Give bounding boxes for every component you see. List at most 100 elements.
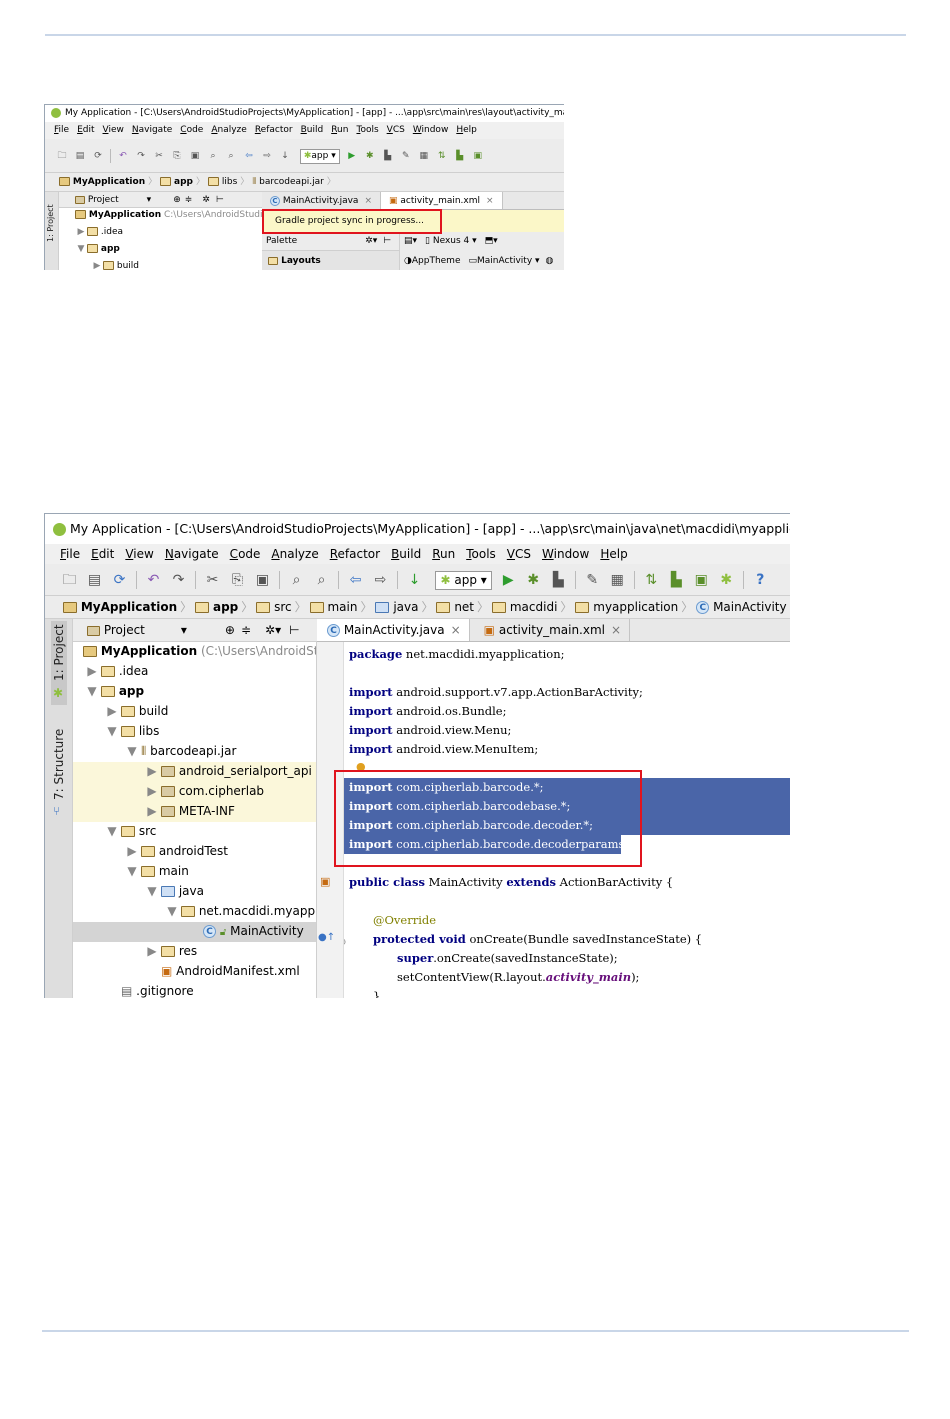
menu-edit[interactable]: Edit	[77, 122, 94, 139]
orientation-icon[interactable]: ⬒▾	[485, 236, 498, 246]
expand-icon[interactable]: ▶	[75, 227, 87, 237]
paste-icon[interactable]: ▣	[250, 564, 275, 595]
attach-debugger-icon[interactable]: ▙	[379, 139, 397, 172]
tree-item-app[interactable]: ▼ app	[83, 684, 316, 698]
theme-dropdown[interactable]: AppTheme	[412, 256, 461, 266]
side-tab-project[interactable]: 1: Project	[46, 204, 55, 242]
palette-layouts-group[interactable]: Layouts	[262, 251, 400, 270]
breadcrumb-myapplication[interactable]: MyApplication 〉	[59, 173, 160, 191]
close-icon[interactable]: ×	[364, 196, 372, 206]
back-icon[interactable]: ⇦	[240, 139, 258, 172]
collapse-arrow-icon[interactable]: ▼	[103, 824, 121, 838]
find-icon[interactable]: ⌕	[204, 139, 222, 172]
settings-icon[interactable]: ✎	[580, 564, 605, 595]
hide-panel-icon[interactable]: ⊢	[216, 195, 224, 205]
expand-icon[interactable]: ▶	[123, 844, 141, 858]
copy-icon[interactable]: ⎘	[168, 139, 186, 172]
gear-icon[interactable]: ✲▾	[265, 623, 281, 637]
menu-file[interactable]: File	[54, 122, 69, 139]
fold-icon[interactable]: ⊖	[344, 937, 346, 948]
open-folder-icon[interactable]: 🗀	[57, 564, 82, 595]
avd-manager-icon[interactable]: ▙	[451, 139, 469, 172]
replace-icon[interactable]: ⌕	[309, 564, 334, 595]
menu-analyze[interactable]: Analyze	[211, 122, 246, 139]
collapse-arrow-icon[interactable]: ▼	[123, 744, 141, 758]
menu-tools[interactable]: Tools	[466, 544, 496, 564]
menu-help[interactable]: Help	[456, 122, 477, 139]
menu-build[interactable]: Build	[391, 544, 421, 564]
tab-mainactivity-java[interactable]: C MainActivity.java ×	[262, 192, 381, 209]
tree-item-package[interactable]: ▼ net.macdidi.myapplic	[163, 904, 316, 918]
menu-file[interactable]: File	[60, 544, 80, 564]
breadcrumb-myapplication-package[interactable]: myapplication 〉	[575, 596, 696, 618]
gear-icon[interactable]: ✲	[202, 195, 210, 205]
expand-icon[interactable]: ▶	[143, 784, 161, 798]
forward-icon[interactable]: ⇨	[368, 564, 393, 595]
menu-refactor[interactable]: Refactor	[255, 122, 293, 139]
expand-icon[interactable]: ▶	[143, 944, 161, 958]
tree-item-androidtest[interactable]: ▶ androidTest	[123, 844, 316, 858]
tree-item-com-cipherlab[interactable]: ▶ com.cipherlab	[143, 784, 316, 798]
gradle-sync-icon[interactable]: ⇅	[433, 139, 451, 172]
breadcrumb-libs[interactable]: libs 〉	[207, 173, 252, 191]
run-configuration-dropdown[interactable]: ✱ app ▾	[435, 570, 492, 590]
collapse-icon[interactable]: ≑	[241, 623, 251, 637]
copy-icon[interactable]: ⎘	[225, 564, 250, 595]
menu-edit[interactable]: Edit	[91, 544, 114, 564]
tree-item-main[interactable]: ▼ main	[123, 864, 316, 878]
collapse-arrow-icon[interactable]: ▼	[83, 684, 101, 698]
open-folder-icon[interactable]: 🗀	[53, 139, 71, 172]
make-project-icon[interactable]: ↓	[402, 564, 427, 595]
cut-icon[interactable]: ✂	[150, 139, 168, 172]
breadcrumb-net[interactable]: net 〉	[436, 596, 492, 618]
side-tab-structure[interactable]: 7: Structure	[52, 729, 66, 800]
tree-item-mainactivity[interactable]: C 🔓︎ MainActivity	[203, 924, 316, 938]
menu-help[interactable]: Help	[600, 544, 627, 564]
globe-icon[interactable]: ◍	[546, 256, 554, 266]
project-view-selector[interactable]: ▾	[181, 623, 187, 637]
project-structure-icon[interactable]: ▦	[605, 564, 630, 595]
help-icon[interactable]: ?	[748, 564, 773, 595]
breadcrumb-main[interactable]: main 〉	[309, 596, 376, 618]
save-icon[interactable]: ▤	[71, 139, 89, 172]
sdk-manager-icon[interactable]: ▣	[469, 139, 487, 172]
back-icon[interactable]: ⇦	[343, 564, 368, 595]
expand-icon[interactable]: ▶	[143, 764, 161, 778]
close-icon[interactable]: ×	[451, 623, 461, 637]
breadcrumb-macdidi[interactable]: macdidi 〉	[492, 596, 575, 618]
tab-activity-main-xml[interactable]: ▣ activity_main.xml ×	[381, 192, 503, 209]
menu-vcs[interactable]: VCS	[387, 122, 405, 139]
menu-run[interactable]: Run	[331, 122, 348, 139]
breadcrumb-barcodeapi-jar[interactable]: ⦀ barcodeapi.jar 〉	[252, 173, 339, 191]
redo-icon[interactable]: ↷	[166, 564, 191, 595]
collapse-arrow-icon[interactable]: ▼	[75, 244, 87, 254]
menu-tools[interactable]: Tools	[356, 122, 378, 139]
sync-icon[interactable]: ⟳	[107, 564, 132, 595]
forward-icon[interactable]: ⇨	[258, 139, 276, 172]
expand-icon[interactable]: ▶	[83, 664, 101, 678]
tree-item-app[interactable]: ▼ app	[75, 244, 262, 254]
collapse-arrow-icon[interactable]: ▼	[143, 884, 161, 898]
menu-navigate[interactable]: Navigate	[132, 122, 172, 139]
tree-item-meta-inf[interactable]: ▶ META-INF	[143, 804, 316, 818]
breadcrumb-myapplication[interactable]: MyApplication 〉	[63, 596, 195, 618]
tree-item-barcodeapi-jar[interactable]: ▼ ⦀ barcodeapi.jar	[123, 744, 316, 759]
sync-icon[interactable]: ⟳	[89, 139, 107, 172]
replace-icon[interactable]: ⌕	[222, 139, 240, 172]
collapse-icon[interactable]: ≑	[185, 195, 193, 205]
device-dropdown[interactable]: Nexus 4 ▾	[433, 236, 477, 246]
debug-icon[interactable]: ✱	[521, 564, 546, 595]
tree-item-idea[interactable]: ▶ .idea	[83, 664, 316, 678]
make-project-icon[interactable]: ↓	[276, 139, 294, 172]
find-icon[interactable]: ⌕	[284, 564, 309, 595]
menu-build[interactable]: Build	[301, 122, 324, 139]
collapse-arrow-icon[interactable]: ▼	[123, 864, 141, 878]
activity-dropdown[interactable]: MainActivity ▾	[477, 256, 540, 266]
menu-code[interactable]: Code	[180, 122, 203, 139]
attach-debugger-icon[interactable]: ▙	[546, 564, 571, 595]
target-icon[interactable]: ⊕	[173, 195, 181, 205]
menu-view[interactable]: View	[103, 122, 124, 139]
tab-activity-main-xml[interactable]: ▣ activity_main.xml ×	[470, 619, 631, 641]
project-view-label[interactable]: Project	[88, 195, 119, 205]
hide-panel-icon[interactable]: ⊢	[383, 236, 391, 246]
